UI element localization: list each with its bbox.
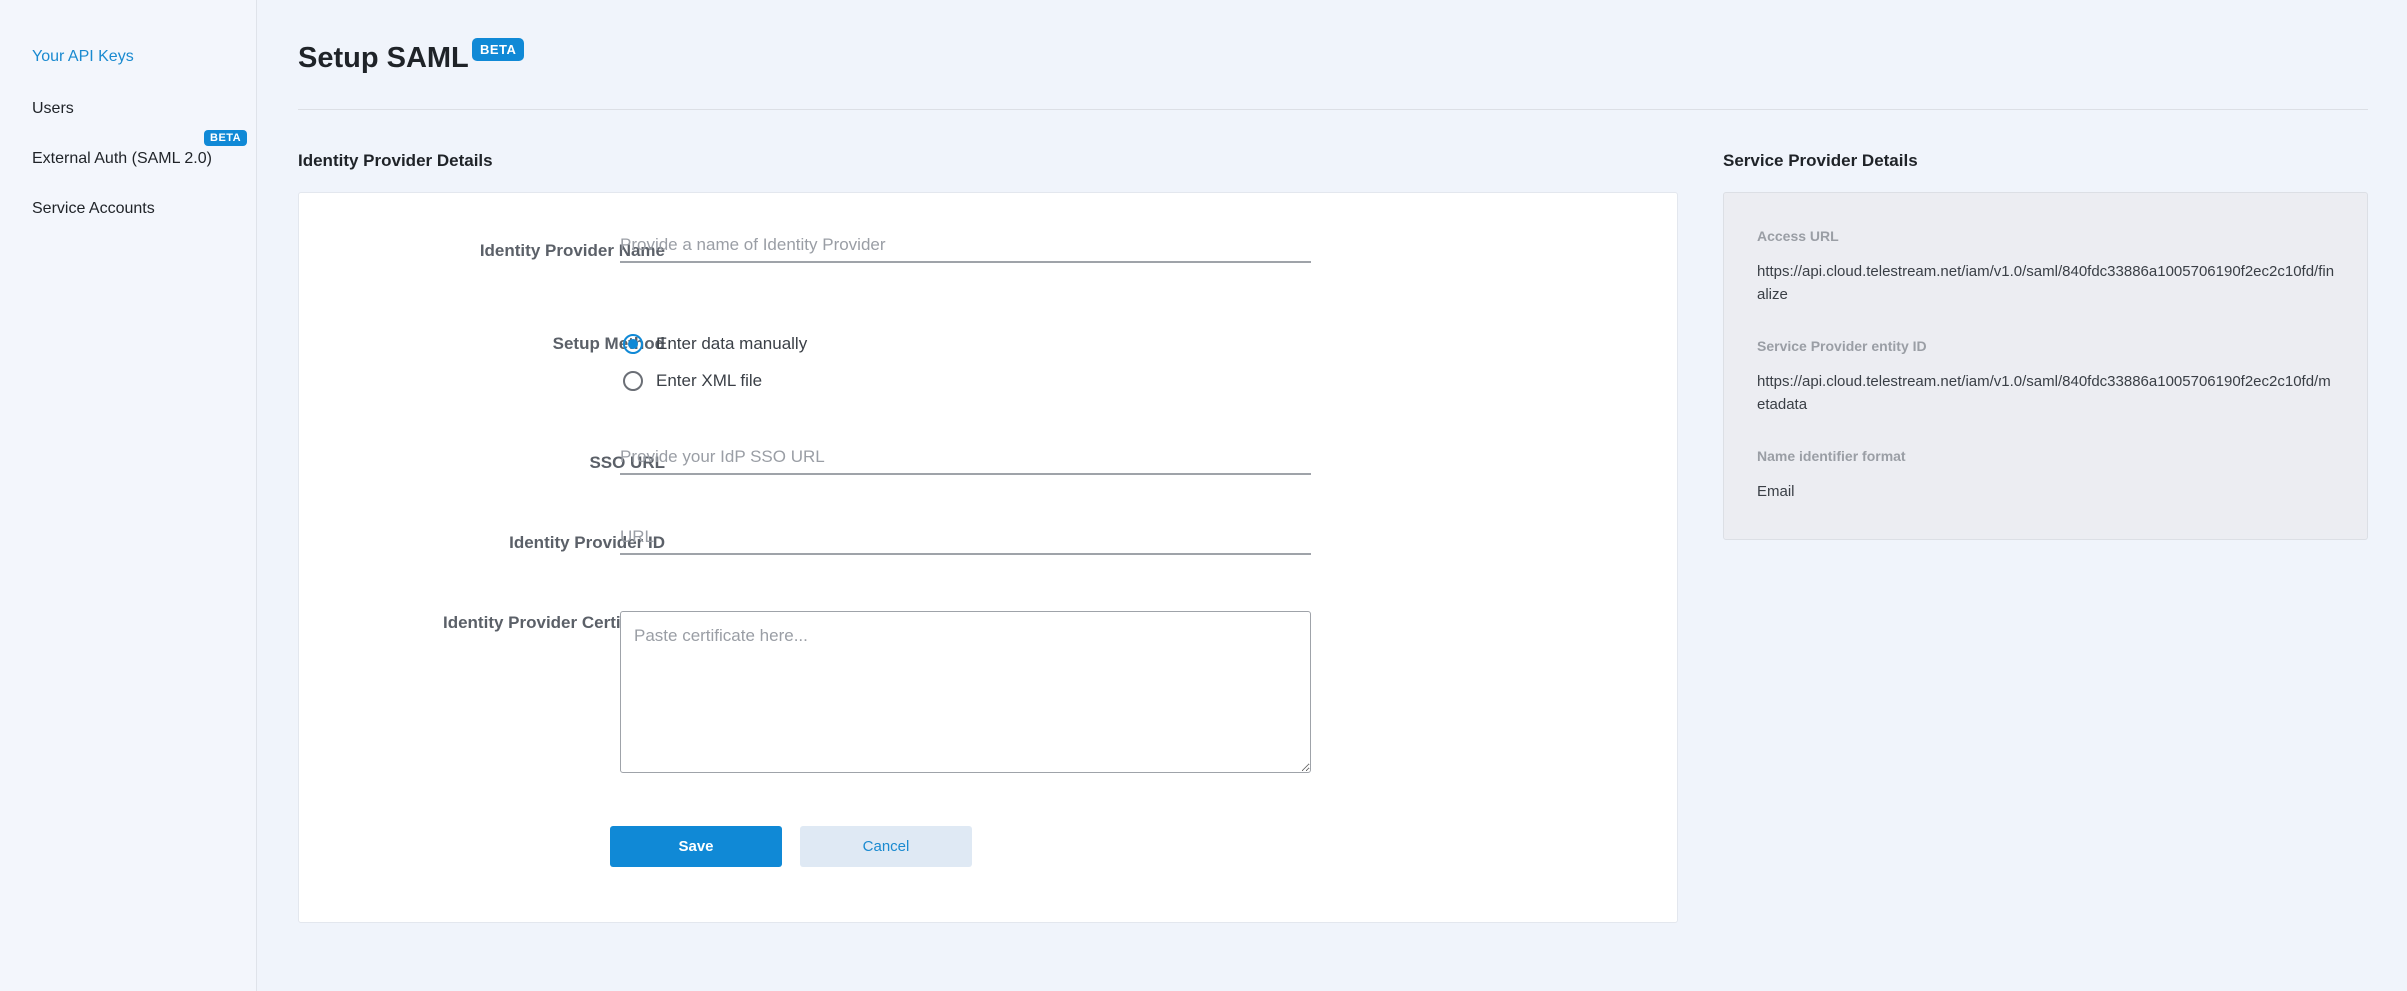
- sidebar-item-external-auth[interactable]: External Auth (SAML 2.0): [32, 150, 212, 168]
- sidebar-item-users[interactable]: Users: [32, 100, 74, 118]
- sidebar-beta-badge: BETA: [204, 130, 248, 146]
- name-format-value: Email: [1757, 483, 1795, 500]
- radio-xml-label: Enter XML file: [656, 371, 763, 390]
- page-title: Setup SAML: [298, 42, 469, 74]
- entity-id-label: Service Provider entity ID: [1757, 338, 1927, 354]
- radio-selected-icon[interactable]: [623, 334, 643, 354]
- sp-section-title: Service Provider Details: [1723, 151, 1918, 170]
- radio-enter-xml[interactable]: Enter XML file: [623, 371, 762, 391]
- idp-id-input[interactable]: [620, 521, 1311, 555]
- title-beta-badge: BETA: [472, 38, 525, 61]
- idp-certificate-textarea[interactable]: [620, 611, 1311, 773]
- idp-section-title: Identity Provider Details: [298, 151, 493, 170]
- entity-id-value: https://api.cloud.telestream.net/iam/v1.…: [1757, 373, 2331, 413]
- idp-form: Identity Provider Name Setup Method Ente…: [298, 192, 1678, 923]
- sso-url-input[interactable]: [620, 441, 1311, 475]
- save-button[interactable]: Save: [610, 826, 782, 867]
- access-url-label: Access URL: [1757, 228, 1839, 244]
- radio-manual-label: Enter data manually: [656, 334, 808, 353]
- sp-details-card: Access URL https://api.cloud.telestream.…: [1723, 192, 2368, 540]
- header-divider: [298, 109, 2368, 110]
- sidebar-item-api-keys[interactable]: Your API Keys: [32, 48, 134, 66]
- sidebar: Your API Keys Users BETA External Auth (…: [0, 0, 257, 991]
- access-url-value: https://api.cloud.telestream.net/iam/v1.…: [1757, 263, 2335, 303]
- radio-enter-manually[interactable]: Enter data manually: [623, 334, 807, 354]
- cancel-button[interactable]: Cancel: [800, 826, 972, 867]
- name-format-label: Name identifier format: [1757, 448, 1906, 464]
- idp-name-input[interactable]: [620, 229, 1311, 263]
- radio-unselected-icon[interactable]: [623, 371, 643, 391]
- sidebar-item-service-accounts[interactable]: Service Accounts: [32, 200, 155, 218]
